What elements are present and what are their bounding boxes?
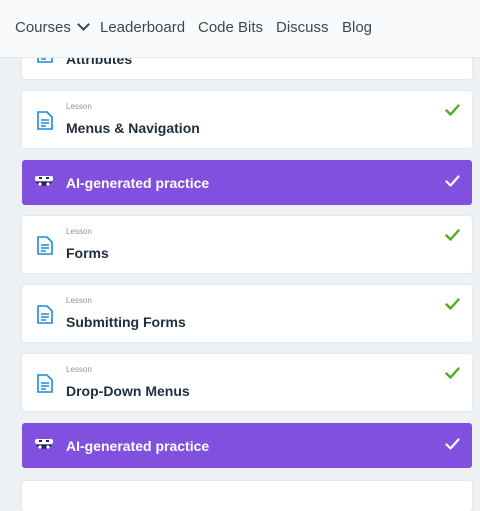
nav-courses[interactable]: Courses xyxy=(15,18,90,37)
lesson-title: Menus & Navigation xyxy=(66,120,200,136)
nav-blog[interactable]: Blog xyxy=(342,19,372,37)
checkmark-icon xyxy=(445,298,460,310)
lesson-type-label: Lesson xyxy=(66,365,92,374)
document-icon xyxy=(37,305,53,324)
lesson-title: Forms xyxy=(66,245,109,261)
practice-title: AI-generated practice xyxy=(66,175,210,191)
checkmark-icon xyxy=(445,367,460,379)
practice-title: AI-generated practice xyxy=(66,438,210,454)
lesson-type-label: Lesson xyxy=(66,296,92,305)
lesson-card-forms[interactable]: Lesson Forms xyxy=(22,216,472,273)
checkmark-icon xyxy=(445,175,460,187)
nav-code-bits[interactable]: Code Bits xyxy=(198,19,263,37)
ai-mask-icon xyxy=(35,176,53,186)
ai-mask-icon xyxy=(35,439,53,449)
lesson-type-label: Lesson xyxy=(66,227,92,236)
lesson-type-label: Lesson xyxy=(66,102,92,111)
checkmark-icon xyxy=(445,438,460,450)
lesson-card-drop-down-menus[interactable]: Lesson Drop-Down Menus xyxy=(22,354,472,411)
lesson-card-partial[interactable] xyxy=(22,481,472,511)
document-icon xyxy=(37,374,53,393)
checkmark-icon xyxy=(445,104,460,116)
lesson-card-menus-navigation[interactable]: Lesson Menus & Navigation xyxy=(22,91,472,148)
nav-leaderboard[interactable]: Leaderboard xyxy=(100,19,185,37)
nav-discuss[interactable]: Discuss xyxy=(276,19,329,37)
top-nav: Courses Leaderboard Code Bits Discuss Bl… xyxy=(0,0,480,57)
ai-practice-card[interactable]: AI-generated practice xyxy=(22,423,472,468)
lesson-title: Submitting Forms xyxy=(66,314,186,330)
document-icon xyxy=(37,111,53,130)
checkmark-icon xyxy=(445,229,460,241)
lesson-title: Drop-Down Menus xyxy=(66,383,190,399)
document-icon xyxy=(37,236,53,255)
lesson-card-submitting-forms[interactable]: Lesson Submitting Forms xyxy=(22,285,472,342)
nav-courses-label: Courses xyxy=(15,19,71,36)
chevron-down-icon xyxy=(76,18,90,31)
ai-practice-card[interactable]: AI-generated practice xyxy=(22,160,472,205)
